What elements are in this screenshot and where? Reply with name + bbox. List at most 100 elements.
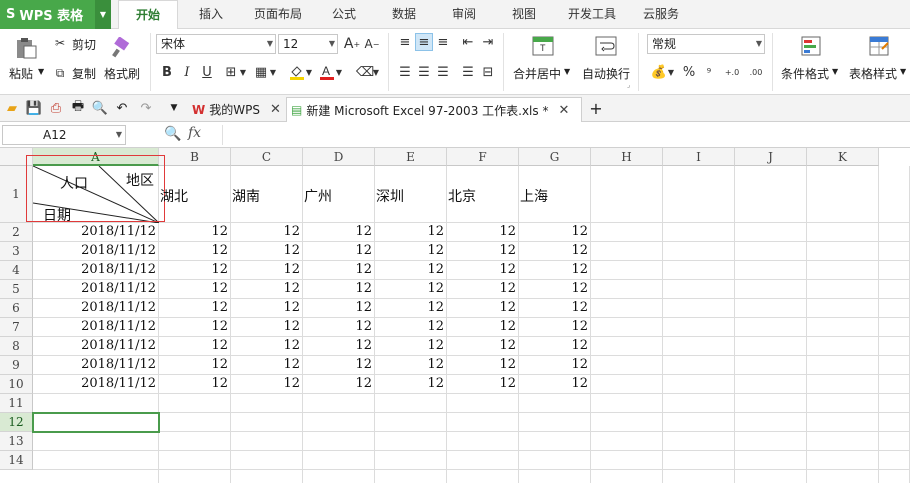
chevron-down-icon[interactable]: ▼	[38, 67, 44, 76]
paste-button[interactable]: 粘贴	[9, 65, 33, 82]
column-header-c[interactable]: C	[231, 148, 303, 166]
value-cell[interactable]: 12	[231, 262, 300, 277]
value-cell[interactable]: 12	[519, 376, 588, 391]
table-style-icon[interactable]	[866, 34, 892, 58]
align-left-icon[interactable]: ☰	[396, 63, 414, 81]
value-cell[interactable]: 12	[303, 262, 372, 277]
menu-tab-8[interactable]: 云服务	[636, 0, 686, 29]
value-cell[interactable]: 12	[447, 224, 516, 239]
italic-icon[interactable]: I	[178, 63, 196, 81]
value-cell[interactable]: 12	[159, 300, 228, 315]
decrease-decimal-button[interactable]: .00	[746, 63, 766, 81]
comma-button[interactable]: ⁹	[700, 63, 718, 81]
column-header-k[interactable]: K	[807, 148, 879, 166]
value-cell[interactable]: 12	[303, 243, 372, 258]
wrap-text-button[interactable]: 自动换行	[582, 65, 630, 82]
value-cell[interactable]: 12	[375, 357, 444, 372]
column-header-b[interactable]: B	[159, 148, 231, 166]
value-cell[interactable]: 12	[447, 338, 516, 353]
value-cell[interactable]: 12	[519, 224, 588, 239]
align-right-icon[interactable]: ☰	[434, 63, 452, 81]
value-cell[interactable]: 12	[375, 300, 444, 315]
cut-button[interactable]: 剪切	[72, 36, 96, 53]
chevron-down-icon[interactable]: ▼	[95, 0, 111, 29]
column-header-g[interactable]: G	[519, 148, 591, 166]
value-cell[interactable]: 12	[303, 319, 372, 334]
date-cell[interactable]: 2018/11/12	[33, 224, 156, 239]
region-header-cell[interactable]: 湖南	[232, 186, 260, 206]
column-header-e[interactable]: E	[375, 148, 447, 166]
format-painter-button[interactable]: 格式刷	[104, 65, 140, 82]
date-cell[interactable]: 2018/11/12	[33, 300, 156, 315]
align-top-icon[interactable]: ≡	[396, 33, 414, 51]
value-cell[interactable]: 12	[519, 338, 588, 353]
decrease-indent-icon[interactable]: ⇤	[459, 33, 477, 51]
value-cell[interactable]: 12	[159, 281, 228, 296]
increase-decimal-button[interactable]: +.0	[722, 63, 742, 81]
value-cell[interactable]: 12	[159, 243, 228, 258]
value-cell[interactable]: 12	[375, 224, 444, 239]
tab-document[interactable]: ▤ 新建 Microsoft Excel 97-2003 工作表.xls * ✕	[286, 97, 582, 122]
value-cell[interactable]: 12	[303, 376, 372, 391]
date-cell[interactable]: 2018/11/12	[33, 376, 156, 391]
value-cell[interactable]: 12	[159, 319, 228, 334]
wps-app-button[interactable]: S WPS 表格 ▼	[0, 0, 111, 29]
value-cell[interactable]: 12	[231, 357, 300, 372]
fx-icon[interactable]: fx	[188, 125, 201, 141]
value-cell[interactable]: 12	[375, 243, 444, 258]
value-cell[interactable]: 12	[303, 224, 372, 239]
value-cell[interactable]: 12	[231, 376, 300, 391]
value-cell[interactable]: 12	[231, 224, 300, 239]
value-cell[interactable]: 12	[303, 300, 372, 315]
row-header-3[interactable]: 3	[0, 242, 33, 261]
column-header-f[interactable]: F	[447, 148, 519, 166]
align-bottom-icon[interactable]: ≡	[434, 33, 452, 51]
value-cell[interactable]: 12	[375, 376, 444, 391]
row-header-6[interactable]: 6	[0, 299, 33, 318]
chevron-down-icon[interactable]: ▼	[116, 126, 122, 144]
value-cell[interactable]: 12	[519, 281, 588, 296]
row-header-8[interactable]: 8	[0, 337, 33, 356]
row-header-10[interactable]: 10	[0, 375, 33, 394]
region-header-cell[interactable]: 湖北	[160, 186, 188, 206]
value-cell[interactable]: 12	[375, 319, 444, 334]
chevron-down-icon[interactable]: ▼	[900, 67, 906, 76]
increase-indent-icon[interactable]: ⇥	[479, 33, 497, 51]
chevron-down-icon[interactable]: ▼	[564, 67, 570, 76]
save-icon[interactable]: 💾	[26, 100, 42, 116]
percent-button[interactable]: %	[680, 63, 698, 81]
value-cell[interactable]: 12	[159, 262, 228, 277]
value-cell[interactable]: 12	[447, 319, 516, 334]
value-cell[interactable]: 12	[303, 357, 372, 372]
distribute-icon[interactable]: ⊟	[479, 63, 497, 81]
region-header-cell[interactable]: 广州	[304, 186, 332, 206]
font-size-select[interactable]: 12 ▼	[278, 34, 338, 54]
formula-input[interactable]	[222, 125, 908, 145]
region-header-cell[interactable]: 上海	[520, 186, 548, 206]
chevron-down-icon[interactable]: ▼	[371, 63, 381, 81]
increase-font-icon[interactable]: A +	[343, 35, 361, 53]
conditional-format-icon[interactable]	[798, 34, 824, 58]
chevron-down-icon[interactable]: ▼	[268, 63, 278, 81]
value-cell[interactable]: 12	[231, 281, 300, 296]
region-header-cell[interactable]: 北京	[448, 186, 476, 206]
undo-icon[interactable]: ↶	[114, 100, 130, 116]
value-cell[interactable]: 12	[303, 338, 372, 353]
format-painter-icon[interactable]	[108, 35, 134, 61]
row-header-7[interactable]: 7	[0, 318, 33, 337]
column-header-h[interactable]: H	[591, 148, 663, 166]
date-cell[interactable]: 2018/11/12	[33, 357, 156, 372]
column-header-i[interactable]: I	[663, 148, 735, 166]
column-header-j[interactable]: J	[735, 148, 807, 166]
print-preview-icon[interactable]: 🔍	[92, 100, 108, 116]
chevron-down-icon[interactable]: ▼	[304, 63, 314, 81]
paste-icon[interactable]	[12, 35, 40, 61]
value-cell[interactable]: 12	[447, 376, 516, 391]
menu-tab-4[interactable]: 数据	[380, 0, 428, 29]
spreadsheet-grid[interactable]: A B C D E F G H I J K 1 2 3 4 5 6 7 8 9 10 11 12 13 14 地区 人口 日期 湖北 湖南…	[0, 148, 910, 483]
chevron-down-icon[interactable]: ▼	[666, 63, 676, 81]
copy-button[interactable]: 复制	[72, 65, 96, 82]
value-cell[interactable]: 12	[447, 300, 516, 315]
name-box[interactable]: A12 ▼	[2, 125, 126, 145]
menu-tab-3[interactable]: 公式	[322, 0, 366, 29]
